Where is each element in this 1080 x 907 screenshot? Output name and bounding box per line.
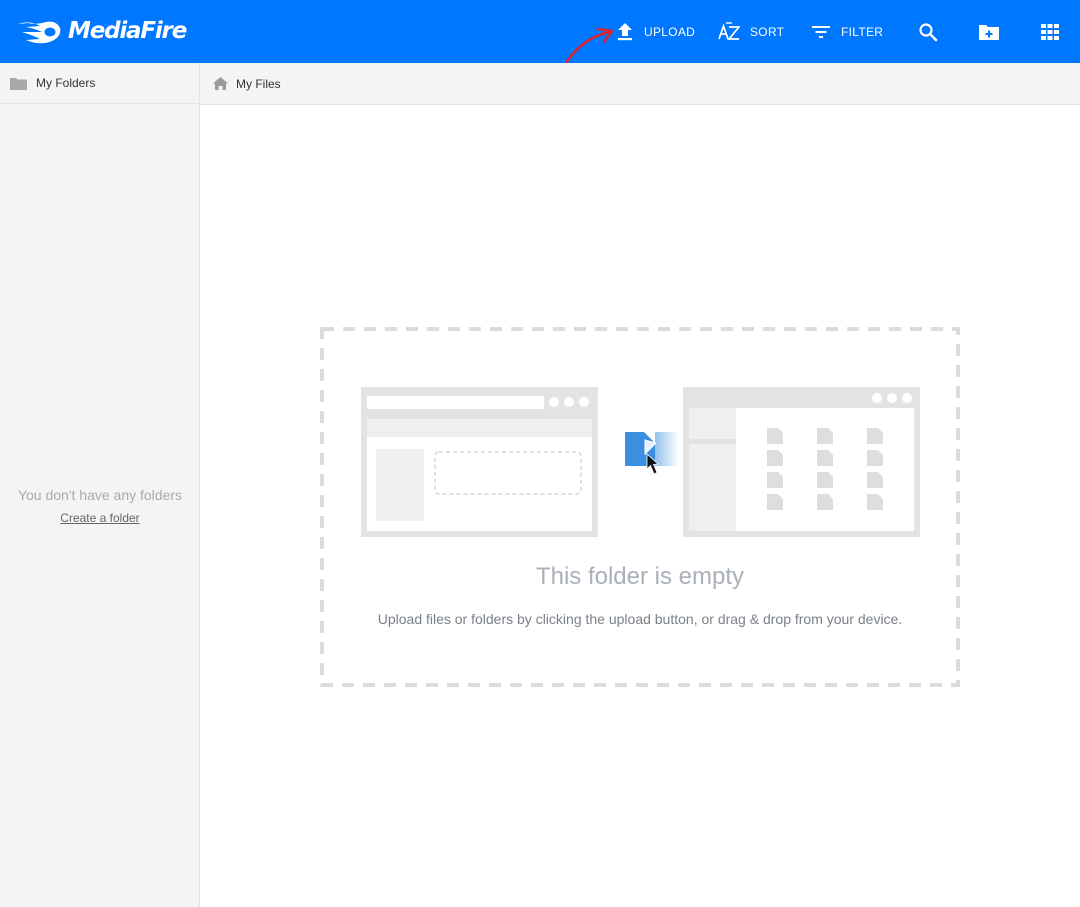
upload-icon	[618, 22, 632, 40]
flame-logo-icon	[18, 21, 61, 44]
search-button[interactable]	[918, 0, 938, 63]
grid-view-icon	[1041, 23, 1059, 40]
sort-button[interactable]: SORT	[718, 0, 784, 63]
filter-button[interactable]: FILTER	[811, 0, 883, 63]
create-folder-link[interactable]: Create a folder	[0, 511, 200, 525]
empty-folder-title: This folder is empty	[535, 563, 745, 590]
home-icon[interactable]	[213, 77, 228, 90]
drag-drop-illustration	[361, 387, 920, 537]
sidebar: My Folders You don't have any folders Cr…	[0, 63, 200, 907]
folder-icon	[10, 77, 27, 90]
brand-name: MediaFire	[68, 18, 187, 44]
upload-button[interactable]: UPLOAD	[616, 0, 695, 63]
grid-view-button[interactable]	[1041, 0, 1059, 63]
filter-label: FILTER	[841, 24, 884, 39]
empty-folder-subtitle: Upload files or folders by clicking the …	[377, 611, 903, 627]
breadcrumb: My Files	[200, 63, 1080, 105]
sort-label: SORT	[750, 24, 785, 39]
top-bar: MediaFire UPLOAD SORT FILTER	[0, 0, 1080, 63]
mediafire-logo[interactable]: MediaFire	[16, 17, 187, 45]
sidebar-header[interactable]: My Folders	[0, 63, 199, 104]
search-icon	[919, 22, 938, 41]
upload-label: UPLOAD	[644, 24, 696, 39]
new-folder-icon	[979, 24, 999, 40]
new-folder-button[interactable]	[978, 0, 1000, 63]
drop-zone[interactable]: This folder is empty Upload files or fol…	[320, 327, 960, 687]
no-folders-text: You don't have any folders	[17, 487, 183, 503]
breadcrumb-my-files[interactable]: My Files	[236, 77, 281, 91]
az-sort-icon	[718, 21, 740, 40]
filter-icon	[812, 25, 830, 38]
sidebar-title: My Folders	[36, 76, 96, 90]
